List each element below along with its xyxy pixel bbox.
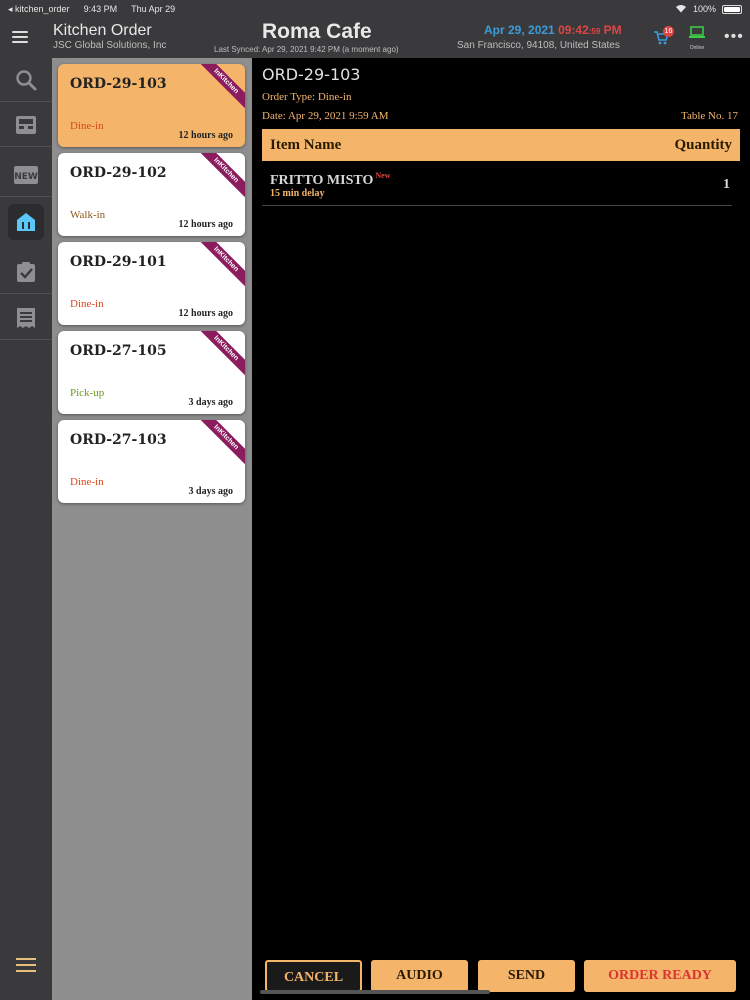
inbox-icon xyxy=(16,115,36,134)
left-nav: NEW xyxy=(0,58,52,1000)
new-tag: New xyxy=(375,171,391,180)
order-number: ORD-27-103 xyxy=(70,432,167,448)
order-age: 12 hours ago xyxy=(178,308,233,319)
send-button[interactable]: SEND xyxy=(478,960,575,992)
header-date: Apr 29, 2021 xyxy=(484,23,555,37)
more-options-icon[interactable]: ••• xyxy=(724,28,744,46)
online-label: Online xyxy=(689,45,705,51)
order-age: 3 days ago xyxy=(188,486,233,497)
company-name: JSC Global Solutions, Inc xyxy=(53,40,167,51)
column-quantity: Quantity xyxy=(674,137,732,153)
clipboard-check-icon xyxy=(17,261,35,282)
online-status[interactable]: Online xyxy=(686,26,708,51)
battery-icon xyxy=(722,4,742,14)
header-time: 09:42 xyxy=(558,23,589,37)
order-ready-label: ORDER READY xyxy=(608,968,712,983)
nav-completed[interactable] xyxy=(0,250,52,294)
cafe-name: Roma Cafe xyxy=(262,20,372,43)
detail-order-id: ORD-29-103 xyxy=(262,65,361,84)
order-number: ORD-29-102 xyxy=(70,165,167,181)
status-ribbon: InKitchen xyxy=(197,420,245,467)
order-card[interactable]: ORD-29-102 Walk-in 12 hours ago InKitche… xyxy=(58,153,245,236)
app-title: Kitchen Order xyxy=(53,22,152,39)
table-row[interactable]: FRITTO MISTO New 15 min delay 1 xyxy=(262,164,732,206)
column-item-name: Item Name xyxy=(270,137,342,153)
order-number: ORD-27-105 xyxy=(70,343,167,359)
status-ribbon: InKitchen xyxy=(197,153,245,200)
item-quantity: 1 xyxy=(723,177,730,192)
wifi-icon xyxy=(675,4,687,15)
cart-button[interactable]: 16 xyxy=(653,26,674,46)
order-age: 12 hours ago xyxy=(178,130,233,141)
order-detail: ORD-29-103 Order Type: Dine-in Date: Apr… xyxy=(252,58,750,1000)
header-seconds: :59 xyxy=(588,27,601,36)
audio-label: AUDIO xyxy=(396,968,443,983)
order-type: Dine-in xyxy=(70,476,104,488)
order-type: Dine-in xyxy=(70,298,104,310)
cart-count-badge: 16 xyxy=(663,26,674,37)
svg-text:NEW: NEW xyxy=(14,172,38,182)
item-name-cell: FRITTO MISTO New xyxy=(270,171,390,189)
detail-order-date: Date: Apr 29, 2021 9:59 AM xyxy=(262,110,389,122)
detail-table-number: Table No. 17 xyxy=(681,110,738,122)
status-ribbon: InKitchen xyxy=(197,331,245,378)
nav-search[interactable] xyxy=(0,58,52,102)
search-icon xyxy=(16,69,37,90)
order-type: Pick-up xyxy=(70,387,105,399)
header-datetime: Apr 29, 2021 09:42:59 PM xyxy=(484,23,622,37)
item-name: FRITTO MISTO xyxy=(270,173,374,188)
order-card[interactable]: ORD-29-101 Dine-in 12 hours ago InKitche… xyxy=(58,242,245,325)
nav-inbox[interactable] xyxy=(0,103,52,147)
detail-order-type: Order Type: Dine-in xyxy=(262,91,352,103)
status-ribbon: InKitchen xyxy=(197,64,245,111)
order-card[interactable]: ORD-29-103 Dine-in 12 hours ago InKitche… xyxy=(58,64,245,147)
home-indicator[interactable] xyxy=(260,990,490,994)
kitchen-icon xyxy=(17,213,35,231)
order-card[interactable]: ORD-27-103 Dine-in 3 days ago InKitchen xyxy=(58,420,245,503)
status-date: Thu Apr 29 xyxy=(131,3,176,14)
order-type: Walk-in xyxy=(70,209,106,221)
audio-button[interactable]: AUDIO xyxy=(371,960,468,992)
order-age: 3 days ago xyxy=(188,397,233,408)
status-ribbon: InKitchen xyxy=(197,242,245,289)
items-table-header: Item Name Quantity xyxy=(262,129,740,161)
battery-percent: 100% xyxy=(692,4,716,14)
location: San Francisco, 94108, United States xyxy=(457,40,620,51)
bottom-menu-icon[interactable] xyxy=(16,958,36,976)
new-icon: NEW xyxy=(14,165,38,184)
status-time: 9:43 PM xyxy=(83,3,118,14)
menu-icon[interactable] xyxy=(12,31,28,45)
receipt-icon xyxy=(17,307,35,328)
order-list: ORD-29-103 Dine-in 12 hours ago InKitche… xyxy=(52,58,252,1000)
order-age: 12 hours ago xyxy=(178,219,233,230)
laptop-icon xyxy=(689,26,705,38)
order-number: ORD-29-103 xyxy=(70,76,167,92)
order-card[interactable]: ORD-27-105 Pick-up 3 days ago InKitchen xyxy=(58,331,245,414)
header-ampm: PM xyxy=(603,23,622,37)
last-synced: Last Synced: Apr 29, 2021 9:42 PM (a mom… xyxy=(214,45,399,54)
status-bar: ◂ kitchen_order 9:43 PM Thu Apr 29 100% xyxy=(0,0,750,18)
order-number: ORD-29-101 xyxy=(70,254,167,270)
nav-kitchen[interactable] xyxy=(8,204,44,240)
back-to-app-link[interactable]: ◂ kitchen_order xyxy=(8,4,70,15)
cancel-button[interactable]: CANCEL xyxy=(265,960,362,992)
app-header: Kitchen Order JSC Global Solutions, Inc … xyxy=(0,18,750,58)
item-note: 15 min delay xyxy=(270,188,325,199)
nav-receipts[interactable] xyxy=(0,296,52,340)
send-label: SEND xyxy=(507,968,546,983)
order-ready-button[interactable]: ORDER READY xyxy=(584,960,736,992)
cancel-label: CANCEL xyxy=(283,970,344,985)
order-type: Dine-in xyxy=(70,120,104,132)
nav-new-orders[interactable]: NEW xyxy=(0,153,52,197)
